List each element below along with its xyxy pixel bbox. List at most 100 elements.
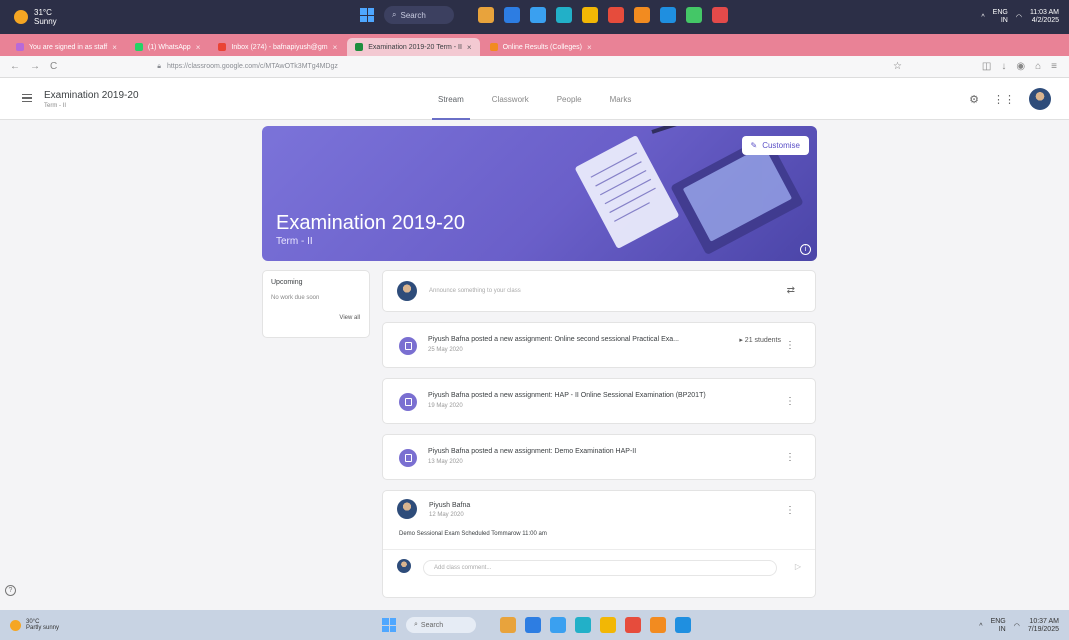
- taskbar-app-icon[interactable]: [530, 7, 546, 23]
- send-icon[interactable]: ▷: [795, 562, 801, 571]
- avatar: [397, 281, 417, 301]
- pocket-icon[interactable]: ◫: [982, 61, 991, 72]
- tab-classwork[interactable]: Classwork: [478, 78, 543, 120]
- assignment-icon: [399, 449, 417, 467]
- class-title[interactable]: Examination 2019-20: [44, 90, 139, 101]
- upcoming-empty-text: No work due soon: [271, 295, 320, 301]
- more-options-icon[interactable]: ⋮: [785, 340, 795, 351]
- assignment-post[interactable]: Piyush Bafna posted a new assignment: De…: [382, 434, 816, 480]
- customise-button[interactable]: ✎ Customise: [741, 136, 809, 155]
- tab-label: Online Results (Colleges): [502, 43, 582, 51]
- banner-subtitle: Term - II: [276, 236, 313, 247]
- pencil-icon: ✎: [750, 141, 758, 150]
- browser-tab[interactable]: Inbox (274) - bafnapiyush@gm ×: [210, 38, 345, 56]
- customise-label: Customise: [762, 141, 800, 150]
- browser-tab[interactable]: (1) WhatsApp ×: [127, 38, 208, 56]
- tray-lang: ENG: [992, 9, 1008, 16]
- tab-favicon-icon: [218, 43, 227, 51]
- close-icon[interactable]: ×: [467, 43, 472, 52]
- apps-grid-icon[interactable]: ⋮⋮: [993, 93, 1015, 106]
- reload-icon[interactable]: C: [50, 61, 57, 72]
- taskbar-search[interactable]: ⌕ Search: [406, 617, 476, 633]
- windows-start-icon[interactable]: [382, 618, 396, 632]
- taskbar-app-icon[interactable]: [634, 7, 650, 23]
- class-comment-input[interactable]: Add class comment...: [423, 560, 777, 576]
- extensions-icon[interactable]: ⌂: [1035, 61, 1041, 72]
- taskbar-app-icon[interactable]: [660, 7, 676, 23]
- assignment-date: 19 May 2020: [428, 403, 463, 409]
- taskbar-app-icon[interactable]: [650, 617, 666, 633]
- url-text[interactable]: https://classroom.google.com/c/MTAwOTk3M…: [167, 63, 338, 70]
- taskbar-app-icon[interactable]: [675, 617, 691, 633]
- students-count[interactable]: ▸ 21 students: [739, 336, 781, 344]
- taskbar-app-icon[interactable]: [504, 7, 520, 23]
- lock-icon: 🔒︎: [157, 62, 161, 70]
- address-bar: ← → C 🔒︎ https://classroom.google.com/c/…: [0, 56, 1069, 78]
- sun-icon: [14, 10, 28, 24]
- more-options-icon[interactable]: ⋮: [785, 505, 795, 516]
- close-icon[interactable]: ×: [196, 43, 201, 52]
- announce-card[interactable]: Announce something to your class ⇄: [382, 270, 816, 312]
- tray-clock[interactable]: 10:37 AM 7/19/2025: [1028, 618, 1059, 634]
- taskbar-app-icon[interactable]: [478, 7, 494, 23]
- close-icon[interactable]: ×: [112, 43, 117, 52]
- weather-widget[interactable]: 30°C Partly sunny: [10, 619, 59, 631]
- announce-placeholder[interactable]: Announce something to your class: [429, 288, 521, 294]
- browser-tab[interactable]: Online Results (Colleges) ×: [482, 38, 600, 56]
- browser-tab[interactable]: Examination 2019-20 Term - II ×: [347, 38, 480, 56]
- taskbar-app-icon[interactable]: [525, 617, 541, 633]
- taskbar-app-icon[interactable]: [686, 7, 702, 23]
- classroom-tabs: Stream Classwork People Marks: [424, 78, 645, 120]
- tray-language[interactable]: ENG IN: [991, 618, 1006, 634]
- bookmark-star-icon[interactable]: ☆: [893, 61, 902, 72]
- wifi-icon[interactable]: ◠: [1016, 13, 1022, 21]
- view-all-link[interactable]: View all: [339, 315, 360, 321]
- system-tray: ^ ENG IN ◠ 10:37 AM 7/19/2025: [979, 618, 1059, 634]
- tray-language[interactable]: ENG IN: [993, 9, 1008, 25]
- taskbar-app-icon[interactable]: [625, 617, 641, 633]
- tab-people[interactable]: People: [543, 78, 596, 120]
- taskbar-app-icon[interactable]: [556, 7, 572, 23]
- more-options-icon[interactable]: ⋮: [785, 452, 795, 463]
- taskbar-app-icon[interactable]: [600, 617, 616, 633]
- assignment-post[interactable]: Piyush Bafna posted a new assignment: On…: [382, 322, 816, 368]
- close-icon[interactable]: ×: [333, 43, 338, 52]
- taskbar-app-icon[interactable]: [575, 617, 591, 633]
- announcement-post: Piyush Bafna 12 May 2020 ⋮ Demo Sessiona…: [382, 490, 816, 598]
- taskbar-app-icon[interactable]: [712, 7, 728, 23]
- tab-stream[interactable]: Stream: [424, 78, 478, 120]
- more-options-icon[interactable]: ⋮: [785, 396, 795, 407]
- download-icon[interactable]: ↓: [1001, 61, 1006, 72]
- chevron-up-icon[interactable]: ^: [981, 14, 984, 21]
- repost-icon[interactable]: ⇄: [787, 285, 795, 296]
- taskbar-app-icon[interactable]: [608, 7, 624, 23]
- tab-label: Inbox (274) - bafnapiyush@gm: [231, 43, 328, 51]
- close-icon[interactable]: ×: [587, 43, 592, 52]
- avatar[interactable]: [1029, 88, 1051, 110]
- tab-favicon-icon: [355, 43, 364, 51]
- taskbar-app-icon[interactable]: [550, 617, 566, 633]
- weather-widget[interactable]: 31°C Sunny: [14, 8, 57, 26]
- info-icon[interactable]: i: [800, 244, 811, 255]
- help-icon[interactable]: ?: [5, 585, 16, 596]
- tab-marks[interactable]: Marks: [596, 78, 646, 120]
- settings-icon[interactable]: ⚙: [969, 93, 979, 106]
- menu-icon[interactable]: ≡: [1051, 61, 1057, 72]
- tray-clock[interactable]: 11:03 AM 4/2/2025: [1030, 9, 1059, 25]
- forward-icon[interactable]: →: [30, 61, 40, 72]
- assignment-post[interactable]: Piyush Bafna posted a new assignment: HA…: [382, 378, 816, 424]
- weather-condition: Sunny: [34, 17, 57, 26]
- windows-start-icon[interactable]: [360, 8, 374, 22]
- assignment-icon: [399, 393, 417, 411]
- taskbar-search[interactable]: ⌕ Search: [384, 6, 454, 24]
- chevron-up-icon[interactable]: ^: [979, 623, 982, 630]
- browser-tab[interactable]: You are signed in as staff ×: [8, 38, 125, 56]
- assignment-date: 13 May 2020: [428, 459, 463, 465]
- taskbar-app-icon[interactable]: [582, 7, 598, 23]
- hamburger-menu-icon[interactable]: [22, 94, 32, 102]
- tray-region: IN: [998, 626, 1006, 633]
- wifi-icon[interactable]: ◠: [1014, 622, 1020, 630]
- taskbar-app-icon[interactable]: [500, 617, 516, 633]
- account-icon[interactable]: ◉: [1016, 61, 1025, 72]
- back-icon[interactable]: ←: [10, 61, 20, 72]
